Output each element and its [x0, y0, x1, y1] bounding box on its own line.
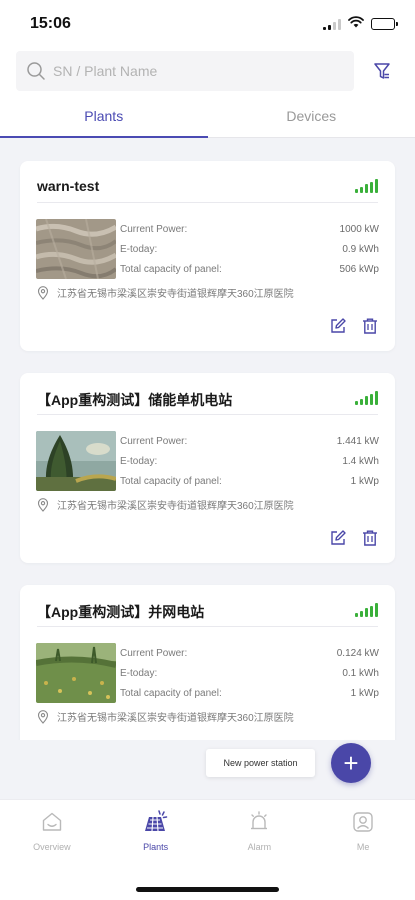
plant-name: 【App重构测试】储能单机电站: [37, 392, 233, 408]
bottom-nav: Overview Plants Alarm Me: [0, 799, 415, 900]
plant-name: 【App重构测试】并网电站: [37, 604, 205, 620]
new-power-station-label[interactable]: New power station: [206, 749, 315, 777]
plant-card[interactable]: 【App重构测试】并网电站 Current Power: 0.124 kW E-t…: [20, 585, 395, 740]
plant-stats: Current Power: 1000 kW E-today: 0.9 kWh To…: [120, 220, 379, 280]
filter-icon[interactable]: [369, 58, 395, 84]
plant-thumbnail: [36, 219, 116, 279]
plant-card[interactable]: warn-test Current Power: 1000 kW E-today:…: [20, 161, 395, 351]
search-input[interactable]: [53, 63, 333, 79]
plant-stats: Current Power: 0.124 kW E-today: 0.1 kWh T…: [120, 644, 379, 704]
plant-card[interactable]: 【App重构测试】储能单机电站 Current Power: 1.441 kW E…: [20, 373, 395, 563]
nav-me[interactable]: Me: [311, 800, 415, 860]
e-today-label: E-today:: [120, 244, 158, 255]
plant-stats: Current Power: 1.441 kW E-today: 1.4 kWh T…: [120, 432, 379, 492]
e-today-value: 0.9 kWh: [342, 244, 379, 255]
status-icons: [323, 15, 398, 33]
delete-icon[interactable]: [360, 316, 380, 336]
battery-icon: [371, 18, 398, 30]
plant-address: 江苏省无锡市梁溪区崇安寺街道银辉摩天360江原医院: [37, 497, 294, 512]
status-time: 15:06: [30, 15, 71, 32]
capacity-label: Total capacity of panel:: [120, 476, 222, 487]
alarm-bell-icon: [246, 809, 272, 835]
signal-strength-icon: [355, 603, 378, 617]
tab-plants[interactable]: Plants: [0, 94, 208, 138]
plant-list: warn-test Current Power: 1000 kW E-today:…: [0, 138, 415, 740]
cell-signal-icon: [323, 18, 341, 30]
signal-strength-icon: [355, 391, 378, 405]
capacity-row: Total capacity of panel: 506 kWp: [120, 260, 379, 280]
capacity-row: Total capacity of panel: 1 kWp: [120, 684, 379, 704]
current-power-row: Current Power: 0.124 kW: [120, 644, 379, 664]
card-actions: [328, 316, 380, 336]
nav-label: Alarm: [247, 842, 272, 852]
capacity-label: Total capacity of panel:: [120, 688, 222, 699]
nav-label: Me: [356, 842, 370, 852]
add-plant-button[interactable]: +: [331, 743, 371, 783]
search-box[interactable]: [16, 51, 354, 91]
solar-plant-icon: [143, 809, 169, 835]
plant-thumbnail: [36, 431, 116, 491]
tab-bar: Plants Devices: [0, 94, 415, 138]
e-today-row: E-today: 1.4 kWh: [120, 452, 379, 472]
wifi-icon: [348, 15, 364, 33]
edit-icon[interactable]: [328, 528, 348, 548]
capacity-value: 506 kWp: [339, 264, 379, 275]
current-power-value: 0.124 kW: [336, 648, 379, 659]
plant-address: 江苏省无锡市梁溪区崇安寺街道银辉摩天360江原医院: [37, 709, 294, 724]
e-today-label: E-today:: [120, 668, 158, 679]
current-power-label: Current Power:: [120, 436, 188, 447]
e-today-row: E-today: 0.1 kWh: [120, 664, 379, 684]
plant-thumbnail: [36, 643, 116, 703]
location-pin-icon: [37, 497, 51, 512]
house-icon: [39, 809, 65, 835]
e-today-row: E-today: 0.9 kWh: [120, 240, 379, 260]
edit-icon[interactable]: [328, 316, 348, 336]
nav-label: Overview: [33, 842, 71, 852]
plant-name: warn-test: [37, 178, 100, 194]
current-power-value: 1000 kW: [339, 224, 379, 235]
divider: [37, 202, 378, 203]
card-actions: [328, 528, 380, 548]
capacity-value: 1 kWp: [350, 688, 379, 699]
signal-strength-icon: [355, 179, 378, 193]
divider: [37, 414, 378, 415]
e-today-label: E-today:: [120, 456, 158, 467]
address-text: 江苏省无锡市梁溪区崇安寺街道银辉摩天360江原医院: [57, 289, 294, 300]
delete-icon[interactable]: [360, 528, 380, 548]
search-icon: [25, 60, 47, 82]
e-today-value: 1.4 kWh: [342, 456, 379, 467]
nav-label: Plants: [143, 842, 169, 852]
current-power-row: Current Power: 1.441 kW: [120, 432, 379, 452]
search-bar: [0, 46, 415, 94]
current-power-row: Current Power: 1000 kW: [120, 220, 379, 240]
current-power-label: Current Power:: [120, 648, 188, 659]
nav-alarm[interactable]: Alarm: [208, 800, 312, 860]
nav-plants[interactable]: Plants: [104, 800, 208, 860]
status-bar: 15:06: [0, 0, 415, 46]
e-today-value: 0.1 kWh: [342, 668, 379, 679]
capacity-label: Total capacity of panel:: [120, 264, 222, 275]
plant-address: 江苏省无锡市梁溪区崇安寺街道银辉摩天360江原医院: [37, 285, 294, 300]
address-text: 江苏省无锡市梁溪区崇安寺街道银辉摩天360江原医院: [57, 501, 294, 512]
nav-overview[interactable]: Overview: [0, 800, 104, 860]
current-power-label: Current Power:: [120, 224, 188, 235]
current-power-value: 1.441 kW: [336, 436, 379, 447]
home-indicator[interactable]: [136, 887, 279, 892]
location-pin-icon: [37, 709, 51, 724]
user-icon: [350, 809, 376, 835]
divider: [37, 626, 378, 627]
capacity-value: 1 kWp: [350, 476, 379, 487]
capacity-row: Total capacity of panel: 1 kWp: [120, 472, 379, 492]
location-pin-icon: [37, 285, 51, 300]
address-text: 江苏省无锡市梁溪区崇安寺街道银辉摩天360江原医院: [57, 713, 294, 724]
tab-devices[interactable]: Devices: [208, 94, 415, 137]
